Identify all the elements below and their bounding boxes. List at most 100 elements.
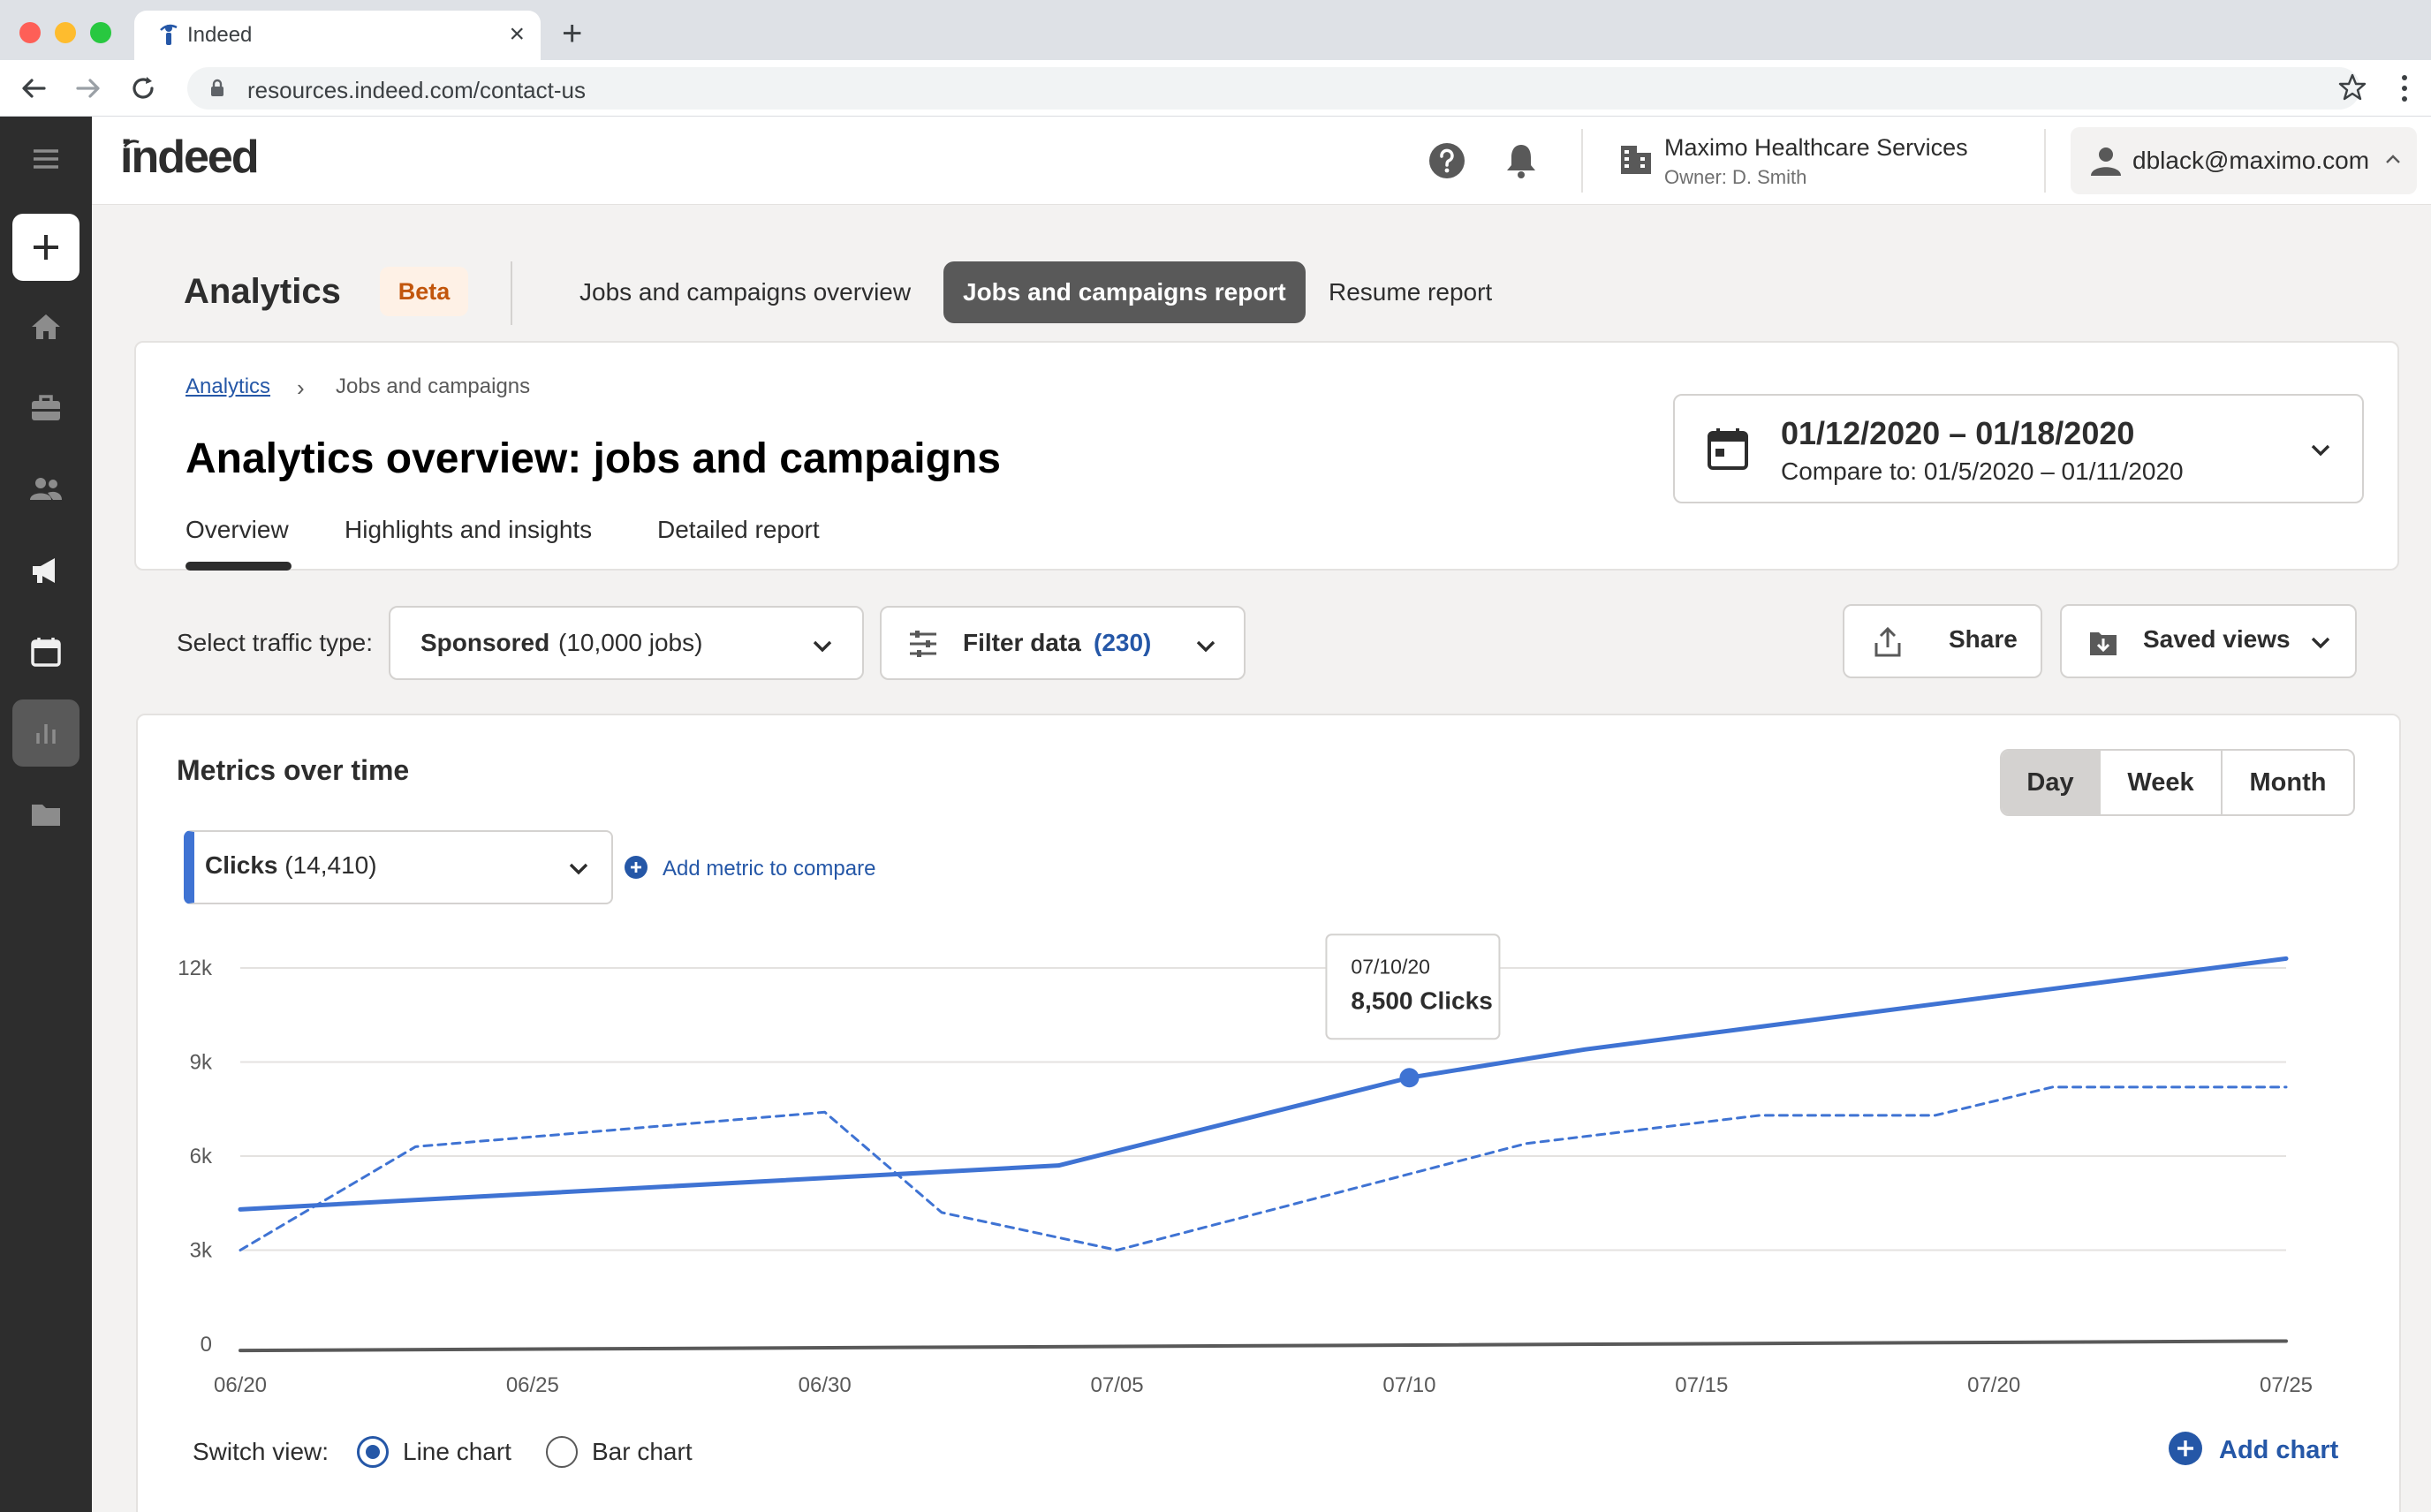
new-tab-button[interactable]: + xyxy=(562,16,582,51)
breadcrumb-chevron-icon: › xyxy=(297,374,305,401)
traffic-type-value: Sponsored xyxy=(420,629,550,656)
page-title: Analytics overview: jobs and campaigns xyxy=(186,435,1001,482)
saved-views-button[interactable]: Saved views xyxy=(2060,604,2357,678)
tab-jobs-campaigns-report[interactable]: Jobs and campaigns report xyxy=(943,261,1306,323)
filter-data-select[interactable]: Filter data (230) xyxy=(880,606,1246,680)
rail-campaigns[interactable] xyxy=(12,537,80,604)
tooltip-date: 07/10/20 xyxy=(1351,955,1430,978)
hamburger-menu-button[interactable] xyxy=(12,125,80,193)
company-name[interactable]: Maximo Healthcare Services xyxy=(1664,134,1968,162)
nav-divider xyxy=(511,261,512,325)
x-tick-label: 07/10 xyxy=(1382,1373,1435,1397)
chevron-down-icon xyxy=(1196,640,1216,653)
series-line-solid xyxy=(238,956,2289,1212)
browser-toolbar: resources.indeed.com/contact-us xyxy=(0,60,2431,117)
tab-highlights-insights[interactable]: Highlights and insights xyxy=(345,516,592,544)
logo-swoosh-icon xyxy=(124,140,140,147)
chevron-down-icon xyxy=(2311,444,2330,457)
add-circle-icon[interactable] xyxy=(2168,1431,2203,1466)
y-tick-label: 0 xyxy=(201,1333,212,1357)
rail-home[interactable] xyxy=(12,293,80,360)
add-chart-link[interactable]: Add chart xyxy=(2219,1436,2338,1465)
compare-range-value: Compare to: 01/5/2020 – 01/11/2020 xyxy=(1781,457,2184,485)
y-tick-label: 9k xyxy=(190,1051,213,1075)
x-tick-label: 07/05 xyxy=(1091,1373,1144,1397)
create-new-button[interactable] xyxy=(12,214,80,281)
forward-arrow-icon[interactable] xyxy=(72,72,104,104)
tab-close-icon[interactable]: × xyxy=(509,19,525,49)
chevron-down-icon xyxy=(813,640,832,653)
metrics-card: Metrics over time Day Week Month Clicks … xyxy=(136,714,2401,1512)
chevron-down-icon xyxy=(2311,637,2330,649)
x-tick-label: 06/20 xyxy=(214,1373,267,1397)
rail-folder[interactable] xyxy=(12,781,80,848)
rail-analytics[interactable] xyxy=(12,699,80,767)
rail-candidates[interactable] xyxy=(12,456,80,523)
tab-jobs-campaigns-overview[interactable]: Jobs and campaigns overview xyxy=(560,261,930,323)
url-text: resources.indeed.com/contact-us xyxy=(247,77,586,103)
y-tick-label: 12k xyxy=(178,956,213,980)
x-tick-label: 07/20 xyxy=(1967,1373,2020,1397)
share-button[interactable]: Share xyxy=(1843,604,2042,678)
filter-data-label: Filter data xyxy=(963,629,1081,656)
back-arrow-icon[interactable] xyxy=(18,72,49,104)
date-range-picker[interactable]: 01/12/2020 – 01/18/2020 Compare to: 01/5… xyxy=(1673,394,2364,503)
switch-view-label: Switch view: xyxy=(193,1438,329,1465)
beta-badge: Beta xyxy=(380,267,468,316)
x-tick-label: 07/15 xyxy=(1675,1373,1728,1397)
browser-menu-icon[interactable] xyxy=(2396,72,2413,104)
calendar-icon xyxy=(1708,428,1748,470)
rail-interviews[interactable] xyxy=(12,618,80,685)
home-icon xyxy=(32,314,60,339)
series-line-dashed xyxy=(239,1085,2288,1251)
person-icon xyxy=(2091,147,2121,176)
megaphone-icon xyxy=(33,558,55,583)
breadcrumb-analytics-link[interactable]: Analytics xyxy=(186,374,270,399)
left-nav-rail xyxy=(0,117,92,1512)
calendar-icon xyxy=(31,638,61,667)
bookmark-star-icon[interactable] xyxy=(2337,72,2367,102)
traffic-type-count: (10,000 jobs) xyxy=(558,629,703,656)
tab-resume-report[interactable]: Resume report xyxy=(1309,261,1511,323)
account-menu-button[interactable]: dblack@maximo.com xyxy=(2071,127,2417,194)
minimize-window-button[interactable] xyxy=(55,22,76,43)
close-window-button[interactable] xyxy=(19,22,41,43)
reload-icon[interactable] xyxy=(127,72,159,104)
breadcrumb-current: Jobs and campaigns xyxy=(336,374,531,398)
people-icon xyxy=(30,478,62,500)
user-email: dblack@maximo.com xyxy=(2132,147,2370,174)
tooltip-value: 8,500 Clicks xyxy=(1351,987,1492,1014)
header-divider xyxy=(1581,129,1583,193)
tooltip-marker xyxy=(1399,1068,1420,1088)
download-tray-icon xyxy=(2090,632,2117,655)
header-divider xyxy=(2044,129,2046,193)
tab-title: Indeed xyxy=(187,23,253,47)
app-header: indeed Maximo Healthcare Services Owner:… xyxy=(92,117,2431,205)
notification-bell-icon[interactable] xyxy=(1502,141,1541,180)
traffic-type-select[interactable]: Sponsored (10,000 jobs) xyxy=(389,606,864,680)
chevron-up-icon xyxy=(2386,155,2400,163)
indeed-favicon-icon xyxy=(160,24,178,45)
section-title: Analytics xyxy=(184,272,341,311)
saved-views-label: Saved views xyxy=(2143,625,2291,653)
bar-chart-label: Bar chart xyxy=(592,1438,693,1465)
company-owner: Owner: D. Smith xyxy=(1664,166,1807,188)
bar-chart-icon xyxy=(36,724,56,744)
rail-jobs[interactable] xyxy=(12,374,80,442)
x-tick-label: 06/25 xyxy=(506,1373,559,1397)
overview-card: Analytics › Jobs and campaigns Analytics… xyxy=(134,341,2399,571)
sliders-icon xyxy=(910,631,936,657)
x-tick-label: 07/25 xyxy=(2260,1373,2313,1397)
address-bar[interactable]: resources.indeed.com/contact-us xyxy=(187,67,2360,110)
maximize-window-button[interactable] xyxy=(90,22,111,43)
y-tick-label: 3k xyxy=(190,1239,213,1263)
tab-overview[interactable]: Overview xyxy=(186,516,289,544)
share-upload-icon xyxy=(1874,626,1901,657)
tab-detailed-report[interactable]: Detailed report xyxy=(657,516,820,544)
series-line-baseline xyxy=(239,1339,2288,1353)
line-chart-radio[interactable] xyxy=(357,1436,389,1468)
browser-tab[interactable]: Indeed × xyxy=(134,11,541,60)
help-icon[interactable] xyxy=(1428,141,1466,180)
indeed-logo[interactable]: indeed xyxy=(120,131,260,184)
bar-chart-radio[interactable] xyxy=(546,1436,578,1468)
